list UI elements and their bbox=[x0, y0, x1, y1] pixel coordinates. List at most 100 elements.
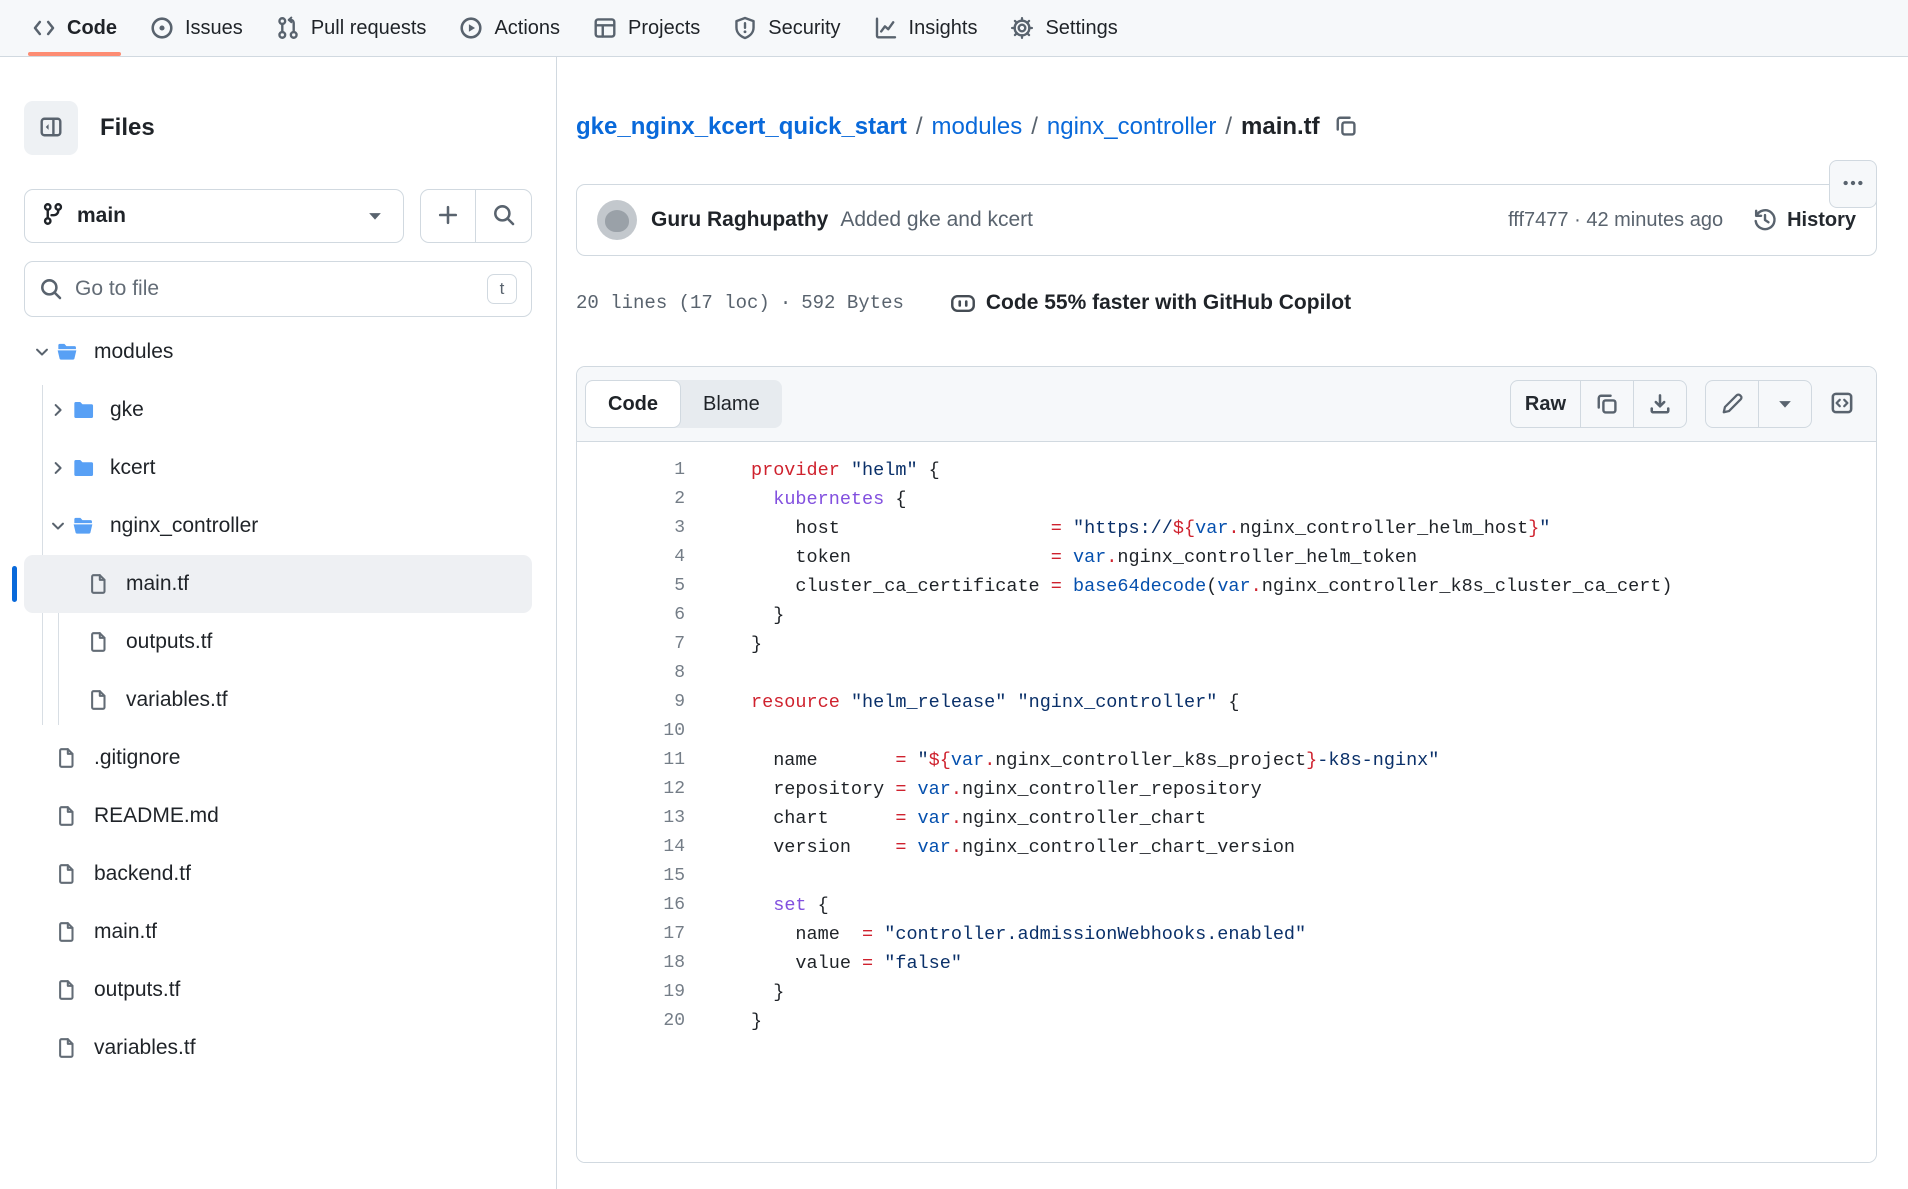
search-icon bbox=[492, 203, 516, 230]
file-icon bbox=[56, 979, 78, 1001]
tree-item-main-tf[interactable]: main.tf bbox=[24, 555, 532, 613]
tree-item-label: nginx_controller bbox=[110, 514, 258, 538]
line-number[interactable]: 17 bbox=[577, 920, 685, 949]
nav-tab-issues[interactable]: Issues bbox=[136, 0, 257, 56]
new-file-button[interactable] bbox=[421, 190, 476, 242]
file-stats-row: 20 lines (17 loc) · 592 Bytes Code 55% f… bbox=[576, 290, 1877, 316]
line-number[interactable]: 18 bbox=[577, 949, 685, 978]
git-pull-request-icon bbox=[276, 16, 300, 40]
line-number[interactable]: 2 bbox=[577, 485, 685, 514]
file-size: 592 Bytes bbox=[801, 292, 904, 314]
tree-item-modules[interactable]: modules bbox=[24, 323, 532, 381]
line-content: provider "helm" { bbox=[685, 456, 940, 485]
issue-opened-icon bbox=[150, 16, 174, 40]
copy-file-button[interactable] bbox=[1581, 381, 1634, 427]
commit-message[interactable]: Added gke and kcert bbox=[840, 208, 1033, 232]
line-number[interactable]: 11 bbox=[577, 746, 685, 775]
nav-tab-label: Settings bbox=[1045, 17, 1117, 40]
nav-tab-label: Code bbox=[67, 17, 117, 40]
latest-commit-bar: Guru Raghupathy Added gke and kcert fff7… bbox=[576, 184, 1877, 256]
tree-item-nginx-controller[interactable]: nginx_controller bbox=[24, 497, 532, 555]
nav-tab-settings[interactable]: Settings bbox=[996, 0, 1131, 56]
line-number[interactable]: 7 bbox=[577, 630, 685, 659]
tree-item-backend-tf[interactable]: backend.tf bbox=[24, 845, 532, 903]
nav-tab-insights[interactable]: Insights bbox=[860, 0, 992, 56]
line-number[interactable]: 8 bbox=[577, 659, 685, 688]
breadcrumb-segment-link[interactable]: nginx_controller bbox=[1047, 113, 1216, 141]
raw-label: Raw bbox=[1525, 393, 1566, 416]
table-icon bbox=[593, 16, 617, 40]
nav-tab-code[interactable]: Code bbox=[18, 0, 131, 56]
search-this-repo-button[interactable] bbox=[476, 190, 531, 242]
tree-item-outputs-tf[interactable]: outputs.tf bbox=[24, 613, 532, 671]
chevron-down-icon bbox=[46, 517, 70, 535]
line-number[interactable]: 12 bbox=[577, 775, 685, 804]
breadcrumb-separator: / bbox=[916, 113, 923, 141]
tree-item-gke[interactable]: gke bbox=[24, 381, 532, 439]
line-number[interactable]: 10 bbox=[577, 717, 685, 746]
tree-item-main-tf[interactable]: main.tf bbox=[24, 903, 532, 961]
line-content bbox=[685, 862, 751, 891]
tree-item-label: main.tf bbox=[94, 920, 157, 944]
tab-blame[interactable]: Blame bbox=[681, 380, 782, 428]
nav-tab-label: Projects bbox=[628, 17, 700, 40]
line-number[interactable]: 16 bbox=[577, 891, 685, 920]
line-number[interactable]: 6 bbox=[577, 601, 685, 630]
tree-item-label: kcert bbox=[110, 456, 156, 480]
avatar[interactable] bbox=[597, 200, 637, 240]
line-number[interactable]: 3 bbox=[577, 514, 685, 543]
tree-item-variables-tf[interactable]: variables.tf bbox=[24, 1019, 532, 1077]
edit-file-button[interactable] bbox=[1706, 381, 1759, 427]
line-number[interactable]: 13 bbox=[577, 804, 685, 833]
chevron-right-icon bbox=[46, 401, 70, 419]
branch-selector[interactable]: main bbox=[24, 189, 404, 243]
line-content: host = "https://${var.nginx_controller_h… bbox=[685, 514, 1550, 543]
download-icon bbox=[1648, 392, 1672, 416]
nav-tab-projects[interactable]: Projects bbox=[579, 0, 714, 56]
line-number[interactable]: 19 bbox=[577, 978, 685, 1007]
tree-item-readme-md[interactable]: README.md bbox=[24, 787, 532, 845]
download-button[interactable] bbox=[1634, 381, 1686, 427]
line-number[interactable]: 1 bbox=[577, 456, 685, 485]
tree-item-label: gke bbox=[110, 398, 144, 422]
code-line: 11 name = "${var.nginx_controller_k8s_pr… bbox=[577, 746, 1876, 775]
file-options-kebab-button[interactable] bbox=[1829, 160, 1877, 208]
raw-button[interactable]: Raw bbox=[1511, 381, 1581, 427]
nav-tab-actions[interactable]: Actions bbox=[445, 0, 574, 56]
code-line: 7} bbox=[577, 630, 1876, 659]
file-icon bbox=[88, 631, 110, 653]
history-button[interactable]: History bbox=[1753, 208, 1856, 232]
line-number[interactable]: 20 bbox=[577, 1007, 685, 1036]
file-view-pane: gke_nginx_kcert_quick_start / modules / … bbox=[557, 57, 1908, 1189]
pencil-icon bbox=[1720, 392, 1744, 416]
line-number[interactable]: 15 bbox=[577, 862, 685, 891]
line-number[interactable]: 9 bbox=[577, 688, 685, 717]
edit-dropdown-button[interactable] bbox=[1759, 381, 1811, 427]
breadcrumb-segment-link[interactable]: modules bbox=[932, 113, 1023, 141]
collapse-sidebar-button[interactable] bbox=[24, 101, 78, 155]
copilot-icon bbox=[950, 290, 976, 316]
code-blame-switcher: Code Blame bbox=[585, 380, 782, 428]
go-to-file-input[interactable] bbox=[75, 277, 475, 301]
symbols-panel-button[interactable] bbox=[1830, 391, 1854, 418]
line-number[interactable]: 14 bbox=[577, 833, 685, 862]
copilot-banner-text: Code 55% faster with GitHub Copilot bbox=[986, 291, 1351, 315]
breadcrumb-repo-link[interactable]: gke_nginx_kcert_quick_start bbox=[576, 113, 907, 141]
copilot-banner[interactable]: Code 55% faster with GitHub Copilot bbox=[950, 290, 1351, 316]
tree-item-kcert[interactable]: kcert bbox=[24, 439, 532, 497]
tree-item-variables-tf[interactable]: variables.tf bbox=[24, 671, 532, 729]
line-number[interactable]: 5 bbox=[577, 572, 685, 601]
commit-author[interactable]: Guru Raghupathy bbox=[651, 208, 828, 232]
line-content: name = "${var.nginx_controller_k8s_proje… bbox=[685, 746, 1439, 775]
triangle-down-icon bbox=[1773, 392, 1797, 416]
tree-item--gitignore[interactable]: .gitignore bbox=[24, 729, 532, 787]
line-content bbox=[685, 659, 751, 688]
tab-code[interactable]: Code bbox=[585, 380, 681, 428]
nav-tab-security[interactable]: Security bbox=[719, 0, 854, 56]
tree-item-outputs-tf[interactable]: outputs.tf bbox=[24, 961, 532, 1019]
nav-tab-pull-requests[interactable]: Pull requests bbox=[262, 0, 441, 56]
copy-path-button[interactable] bbox=[1334, 114, 1358, 141]
line-number[interactable]: 4 bbox=[577, 543, 685, 572]
sidebar-collapse-icon bbox=[39, 115, 63, 142]
line-content: version = var.nginx_controller_chart_ver… bbox=[685, 833, 1295, 862]
